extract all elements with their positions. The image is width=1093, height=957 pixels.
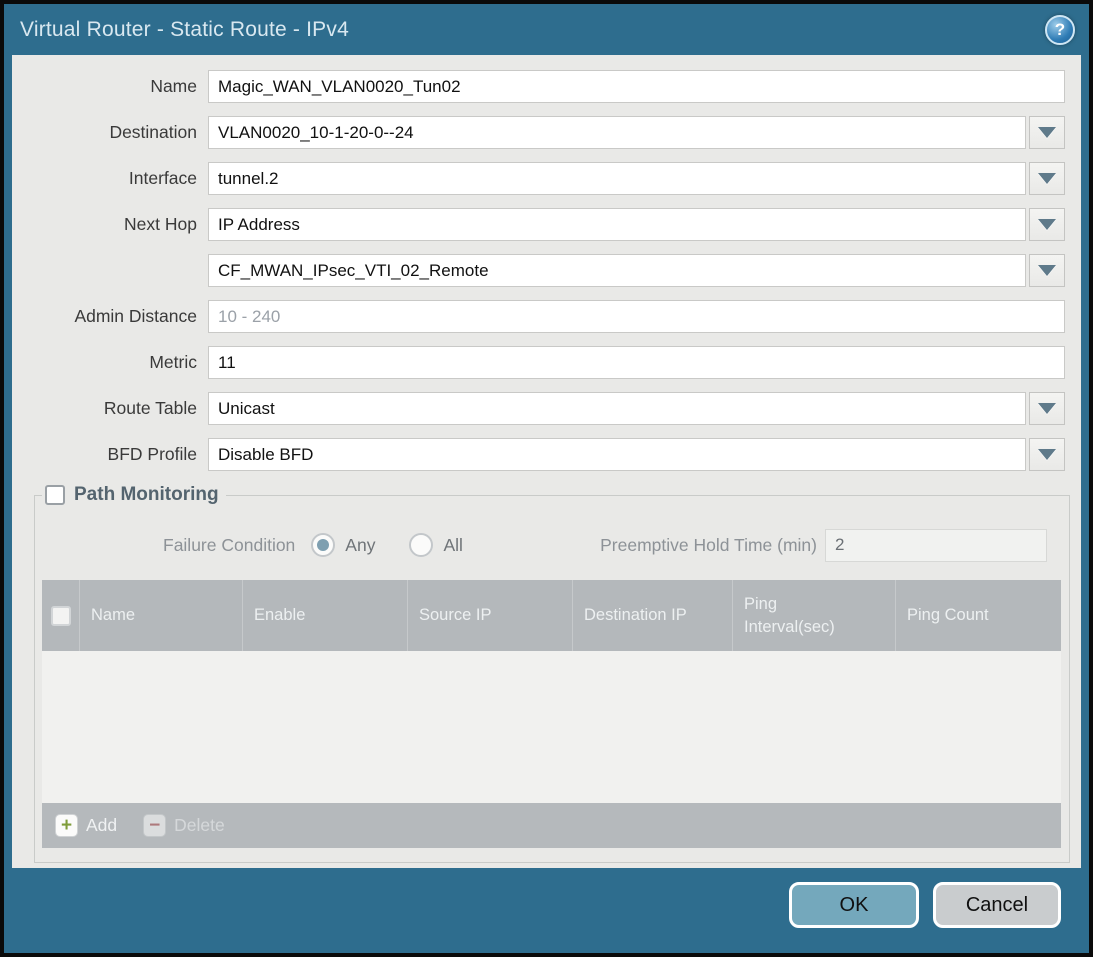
route-table-dropdown-button[interactable]: [1029, 392, 1065, 425]
form-row-next-hop-address: [12, 254, 1065, 287]
table-header-destination-ip: Destination IP: [572, 580, 732, 651]
cancel-button[interactable]: Cancel: [933, 882, 1061, 928]
path-monitoring-legend: Path Monitoring: [42, 484, 226, 506]
failure-condition-any-radio[interactable]: [311, 533, 335, 557]
metric-input[interactable]: [208, 346, 1065, 379]
interface-dropdown-button[interactable]: [1029, 162, 1065, 195]
name-label: Name: [12, 76, 208, 97]
next-hop-address-input[interactable]: [208, 254, 1026, 287]
next-hop-dropdown-button[interactable]: [1029, 208, 1065, 241]
bfd-profile-dropdown: [208, 438, 1065, 471]
failure-condition-all-label: All: [443, 535, 462, 556]
radio-selected-dot: [317, 539, 329, 551]
select-all-checkbox[interactable]: [51, 606, 71, 626]
delete-minus-icon: −: [143, 814, 166, 837]
failure-condition-all-radio[interactable]: [409, 533, 433, 557]
delete-button[interactable]: − Delete: [143, 814, 225, 837]
table-header-enable: Enable: [242, 580, 407, 651]
path-monitoring-section: Path Monitoring Failure Condition Any Al…: [34, 484, 1070, 863]
chevron-down-icon: [1038, 449, 1056, 460]
static-route-dialog: Virtual Router - Static Route - IPv4 ? N…: [0, 0, 1093, 957]
dialog-titlebar: Virtual Router - Static Route - IPv4 ?: [4, 4, 1089, 55]
table-header-ping-interval: Ping Interval(sec): [732, 580, 895, 651]
chevron-down-icon: [1038, 173, 1056, 184]
ok-button[interactable]: OK: [789, 882, 919, 928]
bfd-profile-label: BFD Profile: [12, 444, 208, 465]
dialog-title: Virtual Router - Static Route - IPv4: [20, 18, 349, 42]
failure-condition-label: Failure Condition: [163, 535, 295, 556]
delete-button-label: Delete: [174, 815, 225, 836]
dialog-footer: OK Cancel: [4, 868, 1089, 953]
name-input[interactable]: [208, 70, 1065, 103]
route-table-label: Route Table: [12, 398, 208, 419]
destination-dropdown: [208, 116, 1065, 149]
admin-distance-label: Admin Distance: [12, 306, 208, 327]
table-header-ping-count: Ping Count: [895, 580, 1061, 651]
form-row-interface: Interface: [12, 162, 1065, 195]
form-row-metric: Metric: [12, 346, 1065, 379]
route-table-dropdown: [208, 392, 1065, 425]
table-header-source-ip: Source IP: [407, 580, 572, 651]
chevron-down-icon: [1038, 219, 1056, 230]
interface-dropdown: [208, 162, 1065, 195]
route-table-input[interactable]: [208, 392, 1026, 425]
metric-label: Metric: [12, 352, 208, 373]
destination-input[interactable]: [208, 116, 1026, 149]
add-button[interactable]: + Add: [55, 814, 117, 837]
bfd-profile-input[interactable]: [208, 438, 1026, 471]
path-monitoring-checkbox[interactable]: [45, 485, 65, 505]
next-hop-label: Next Hop: [12, 214, 208, 235]
next-hop-type-input[interactable]: [208, 208, 1026, 241]
form-row-next-hop: Next Hop: [12, 208, 1065, 241]
help-icon[interactable]: ?: [1045, 15, 1075, 45]
preemptive-hold-time-input[interactable]: [825, 529, 1047, 562]
add-plus-icon: +: [55, 814, 78, 837]
failure-condition-row: Failure Condition Any All Preemptive Hol…: [41, 528, 1055, 562]
next-hop-dropdown: [208, 208, 1065, 241]
chevron-down-icon: [1038, 403, 1056, 414]
next-hop-address-dropdown: [208, 254, 1065, 287]
bfd-profile-dropdown-button[interactable]: [1029, 438, 1065, 471]
form-row-route-table: Route Table: [12, 392, 1065, 425]
destination-label: Destination: [12, 122, 208, 143]
table-header-name: Name: [79, 580, 242, 651]
preemptive-hold-time-label: Preemptive Hold Time (min): [600, 535, 817, 556]
interface-label: Interface: [12, 168, 208, 189]
interface-input[interactable]: [208, 162, 1026, 195]
add-button-label: Add: [86, 815, 117, 836]
admin-distance-input[interactable]: [208, 300, 1065, 333]
table-toolbar: + Add − Delete: [42, 803, 1061, 848]
path-monitoring-title: Path Monitoring: [74, 484, 219, 506]
table-body-empty: [42, 651, 1061, 803]
path-monitoring-table: Name Enable Source IP Destination IP Pin…: [42, 580, 1061, 848]
failure-condition-any-label: Any: [345, 535, 375, 556]
table-header-ping-interval-text: Ping Interval(sec): [744, 593, 844, 638]
form-row-bfd-profile: BFD Profile: [12, 438, 1065, 471]
chevron-down-icon: [1038, 127, 1056, 138]
form-row-destination: Destination: [12, 116, 1065, 149]
form-row-admin-distance: Admin Distance: [12, 300, 1065, 333]
table-header-row: Name Enable Source IP Destination IP Pin…: [42, 580, 1061, 651]
form-row-name: Name: [12, 70, 1065, 103]
next-hop-address-dropdown-button[interactable]: [1029, 254, 1065, 287]
table-header-checkbox-cell: [42, 580, 79, 651]
chevron-down-icon: [1038, 265, 1056, 276]
destination-dropdown-button[interactable]: [1029, 116, 1065, 149]
dialog-content: Name Destination Interface: [12, 55, 1081, 868]
